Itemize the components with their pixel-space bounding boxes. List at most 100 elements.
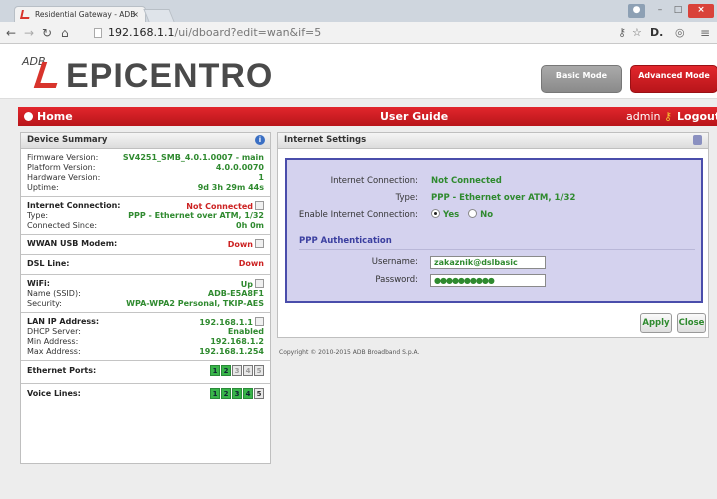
eth-port[interactable]: 2 [221, 365, 231, 376]
conn-value: Not Connected [431, 176, 502, 186]
uptime-label: Uptime: [27, 183, 59, 192]
minimize-icon[interactable]: – [652, 4, 668, 18]
user-icon[interactable]: ● [628, 4, 645, 18]
eth-port[interactable]: 5 [254, 365, 264, 376]
dsl-label[interactable]: DSL Line: [27, 259, 69, 268]
edit-icon[interactable] [255, 279, 264, 288]
apply-button[interactable]: Apply [640, 313, 672, 333]
eth-port[interactable]: 4 [243, 365, 253, 376]
copyright: Copyright © 2010-2015 ADB Broadband S.p.… [279, 349, 420, 356]
internet-status-text: Not Connected [186, 202, 253, 211]
yes-label[interactable]: Yes [443, 210, 459, 220]
advanced-mode-button[interactable]: Advanced Mode [630, 65, 717, 93]
no-label[interactable]: No [480, 210, 493, 220]
firmware-label: Firmware Version: [27, 153, 99, 162]
edit-icon[interactable] [255, 317, 264, 326]
max-address-value: 192.168.1.254 [199, 347, 264, 356]
username-label: Username: [371, 257, 418, 267]
wwan-label[interactable]: WWAN USB Modem: [27, 239, 117, 248]
voice-label[interactable]: Voice Lines: [27, 389, 81, 398]
max-address-label: Max Address: [27, 347, 81, 356]
info-icon[interactable]: i [255, 135, 265, 145]
internet-settings-panel: Internet Settings Internet Connection: N… [277, 132, 709, 338]
nav-logout[interactable]: Logout [677, 107, 717, 126]
close-button[interactable]: Close [677, 313, 706, 333]
dhcp-label: DHCP Server: [27, 327, 81, 336]
voice-line[interactable]: 2 [221, 388, 231, 399]
voice-line[interactable]: 1 [210, 388, 220, 399]
username-input[interactable]: zakaznik@dslbasic [430, 256, 546, 269]
min-address-value: 192.168.1.2 [210, 337, 264, 346]
basic-mode-button[interactable]: Basic Mode [541, 65, 622, 93]
password-label: Password: [375, 275, 418, 285]
no-radio[interactable] [468, 209, 478, 218]
wwan-status[interactable]: Down [228, 239, 264, 250]
browser-tabstrip: Residential Gateway - ADB × ● – □ × [0, 0, 717, 22]
home-nav-icon [24, 112, 33, 121]
type-value: PPP - Ethernet over ATM, 1/32 [431, 193, 576, 203]
wifi-status-text: Up [240, 280, 253, 289]
internet-settings-label: Internet Settings [284, 135, 367, 145]
tab-close-icon[interactable]: × [132, 7, 139, 22]
main-navbar: Home User Guide admin ⚷ Logout [18, 107, 717, 126]
eth-port[interactable]: 1 [210, 365, 220, 376]
nav-user-guide[interactable]: User Guide [380, 107, 448, 126]
connected-since-value: 0h 0m [236, 221, 264, 230]
new-tab-button[interactable] [143, 9, 175, 22]
internet-settings-title: Internet Settings [278, 133, 708, 149]
voice-line[interactable]: 5 [254, 388, 264, 399]
maximize-icon[interactable]: □ [670, 4, 686, 18]
internet-connection-label[interactable]: Internet Connection: [27, 201, 120, 210]
key-icon[interactable]: ⚷ [618, 25, 626, 41]
home-icon[interactable]: ⌂ [61, 26, 69, 40]
ppp-auth-title: PPP Authentication [299, 236, 392, 246]
internet-settings-form: Internet Connection: Not Connected Type:… [285, 158, 703, 303]
dsl-status[interactable]: Down [239, 259, 264, 269]
lan-label[interactable]: LAN IP Address: [27, 317, 99, 326]
back-icon[interactable]: ← [6, 26, 16, 40]
min-address-label: Min Address: [27, 337, 79, 346]
conn-label: Internet Connection: [330, 176, 418, 186]
yes-radio[interactable] [431, 209, 440, 218]
firmware-value: SV4251_SMB_4.0.1.0007 - main [122, 153, 264, 162]
star-icon[interactable]: ☆ [632, 25, 642, 41]
platform-label: Platform Version: [27, 163, 96, 172]
user-key-icon: ⚷ [664, 110, 673, 123]
extension2-icon[interactable]: ◎ [675, 25, 685, 41]
ethernet-label[interactable]: Ethernet Ports: [27, 366, 96, 375]
reload-icon[interactable]: ↻ [42, 26, 52, 40]
wifi-label[interactable]: WiFi: [27, 279, 50, 288]
password-input[interactable]: ●●●●●●●●●● [430, 274, 546, 287]
hardware-label: Hardware Version: [27, 173, 101, 182]
eth-port[interactable]: 3 [232, 365, 242, 376]
dsl-section: DSL Line: Down [21, 254, 270, 274]
type-label: Type: [395, 193, 418, 203]
browser-tab[interactable]: Residential Gateway - ADB × [14, 6, 146, 22]
address-bar[interactable]: 192.168.1.1/ui/dboard?edit=wan&if=5 [86, 25, 616, 41]
voice-line[interactable]: 4 [243, 388, 253, 399]
connected-since-label: Connected Since: [27, 221, 98, 230]
voice-line[interactable]: 3 [232, 388, 242, 399]
enable-radio-group: Yes No [431, 209, 493, 221]
url-host: 192.168.1.1 [108, 26, 175, 39]
ppp-divider [299, 249, 695, 250]
menu-icon[interactable]: ≡ [700, 25, 710, 41]
wifi-section: WiFi: Up Name (SSID): ADB-E5A8F1 Security:… [21, 274, 270, 312]
close-window-icon[interactable]: × [688, 4, 714, 18]
help-icon[interactable] [693, 135, 702, 145]
nav-home[interactable]: Home [37, 107, 73, 126]
forward-icon[interactable]: → [24, 26, 34, 40]
favicon-icon [20, 10, 31, 19]
enable-label: Enable Internet Connection: [298, 210, 418, 220]
edit-icon[interactable] [255, 201, 264, 210]
extension-icon[interactable]: D. [650, 25, 663, 41]
ethernet-section: Ethernet Ports: 12345 [21, 360, 270, 383]
device-summary-label: Device Summary [27, 135, 108, 145]
browser-toolbar: ← → ↻ ⌂ 192.168.1.1/ui/dboard?edit=wan&i… [0, 22, 717, 44]
tab-title: Residential Gateway - ADB [35, 10, 136, 19]
wwan-status-text: Down [227, 240, 253, 249]
brand-header: ADB EPICENTRO Basic Mode Advanced Mode [0, 44, 717, 99]
security-value: WPA-WPA2 Personal, TKIP-AES [126, 299, 264, 308]
nav-admin: admin [626, 110, 661, 123]
edit-icon[interactable] [255, 239, 264, 248]
